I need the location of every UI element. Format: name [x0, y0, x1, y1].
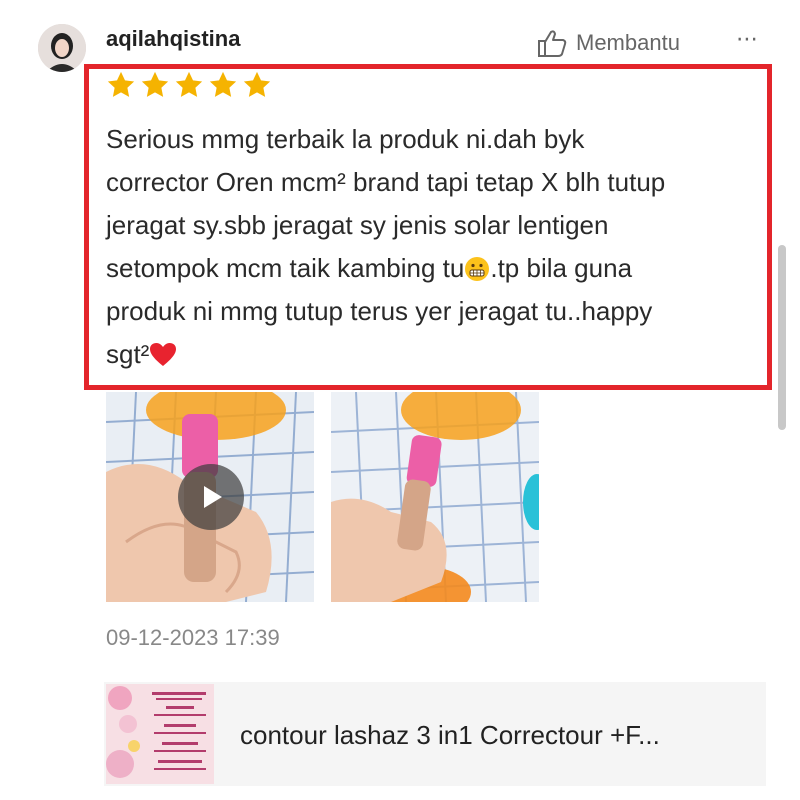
product-thumbnail [106, 684, 214, 784]
review-date: 09-12-2023 17:39 [106, 625, 280, 650]
play-icon [204, 486, 222, 508]
thumbs-up-icon [538, 30, 567, 57]
highlight-box [84, 64, 772, 390]
user-avatar[interactable] [38, 24, 86, 72]
play-button[interactable] [178, 464, 244, 530]
avatar-image [38, 24, 86, 72]
reviewer-username[interactable]: aqilahqistina [106, 26, 240, 52]
product-thumbnail-image [106, 684, 214, 784]
product-card[interactable]: contour lashaz 3 in1 Correctour +F... [104, 682, 766, 786]
review-photo-thumbnail[interactable] [331, 392, 539, 602]
more-options-button[interactable]: ⋯ [736, 26, 760, 52]
photo-thumbnail-image [331, 392, 539, 602]
review-video-thumbnail[interactable] [106, 392, 314, 602]
product-title: contour lashaz 3 in1 Correctour +F... [240, 720, 660, 750]
helpful-button[interactable]: Membantu [536, 28, 680, 58]
helpful-label: Membantu [576, 30, 680, 55]
scrollbar[interactable] [778, 245, 786, 430]
